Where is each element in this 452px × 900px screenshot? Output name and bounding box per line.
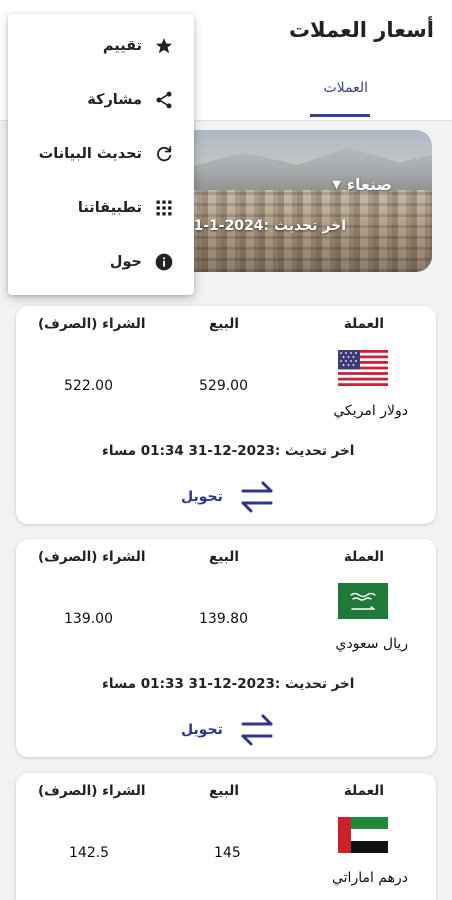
refresh-icon <box>154 144 174 164</box>
currency-card-aed: العملة البيع الشراء (الصرف) 145 142.5 در… <box>16 773 436 900</box>
page-title: أسعار العملات <box>288 18 434 42</box>
menu-item-label: تحديث البيانات <box>38 146 142 162</box>
us-flag-icon <box>338 350 388 386</box>
convert-label: تحويل <box>181 489 223 505</box>
column-header-sell: البيع <box>209 316 239 332</box>
convert-button[interactable]: تحويل <box>181 712 277 748</box>
overflow-menu: تقييم مشاركة تحديث البيانات تطبيقاتنا حو… <box>8 14 194 295</box>
menu-item-label: مشاركة <box>87 92 142 108</box>
menu-item-our-apps[interactable]: تطبيقاتنا <box>8 182 194 234</box>
buy-value: 139.00 <box>64 611 113 627</box>
city-label: صنعاء <box>346 175 392 194</box>
column-header-buy: الشراء (الصرف) <box>38 316 146 332</box>
menu-item-rate[interactable]: تقييم <box>8 20 194 72</box>
convert-button[interactable]: تحويل <box>181 479 277 515</box>
column-header-currency: العملة <box>343 316 384 332</box>
column-header-currency: العملة <box>343 783 384 799</box>
column-header-currency: العملة <box>343 549 384 565</box>
menu-item-share[interactable]: مشاركة <box>8 74 194 126</box>
menu-item-about[interactable]: حول <box>8 236 194 288</box>
buy-value: 142.5 <box>69 845 110 861</box>
column-header-buy: الشراء (الصرف) <box>38 783 146 799</box>
apps-grid-icon <box>154 198 174 218</box>
column-header-sell: البيع <box>209 783 239 799</box>
buy-value: 522.00 <box>64 378 113 394</box>
menu-item-label: حول <box>109 254 142 270</box>
sa-flag-icon <box>338 583 388 619</box>
column-header-sell: البيع <box>209 549 239 565</box>
currency-name: درهم اماراتي <box>331 870 408 886</box>
sell-value: 529.00 <box>199 378 248 394</box>
menu-item-label: تقييم <box>102 38 142 54</box>
currency-name: ريال سعودي <box>335 636 408 652</box>
sell-value: 139.80 <box>199 611 248 627</box>
sell-value: 145 <box>214 845 241 861</box>
last-updated: اخر تحديث :2023-12-31 01:33 مساء <box>102 676 355 692</box>
banner-last-updated: اخر تحديث :2024-1-1 <box>193 218 346 234</box>
caret-down-icon: ▼ <box>332 178 341 191</box>
menu-item-refresh[interactable]: تحديث البيانات <box>8 128 194 180</box>
info-icon <box>154 252 174 272</box>
currency-card-sar: العملة البيع الشراء (الصرف) 139.80 139.0… <box>16 539 436 757</box>
currency-card-usd: العملة البيع الشراء (الصرف) 529.00 522.0… <box>16 306 436 524</box>
currency-name: دولار امريكي <box>333 403 408 419</box>
ae-flag-icon <box>338 817 388 853</box>
tab-currencies[interactable]: العملات <box>323 80 368 96</box>
star-icon <box>154 36 174 56</box>
swap-arrows-icon <box>241 714 273 746</box>
convert-label: تحويل <box>181 722 223 738</box>
city-dropdown[interactable]: صنعاء ▼ <box>332 175 392 194</box>
last-updated: اخر تحديث :2023-12-31 01:34 مساء <box>102 443 355 459</box>
menu-item-label: تطبيقاتنا <box>77 200 142 216</box>
tab-indicator <box>310 114 370 117</box>
swap-arrows-icon <box>241 481 273 513</box>
share-icon <box>154 90 174 110</box>
column-header-buy: الشراء (الصرف) <box>38 549 146 565</box>
